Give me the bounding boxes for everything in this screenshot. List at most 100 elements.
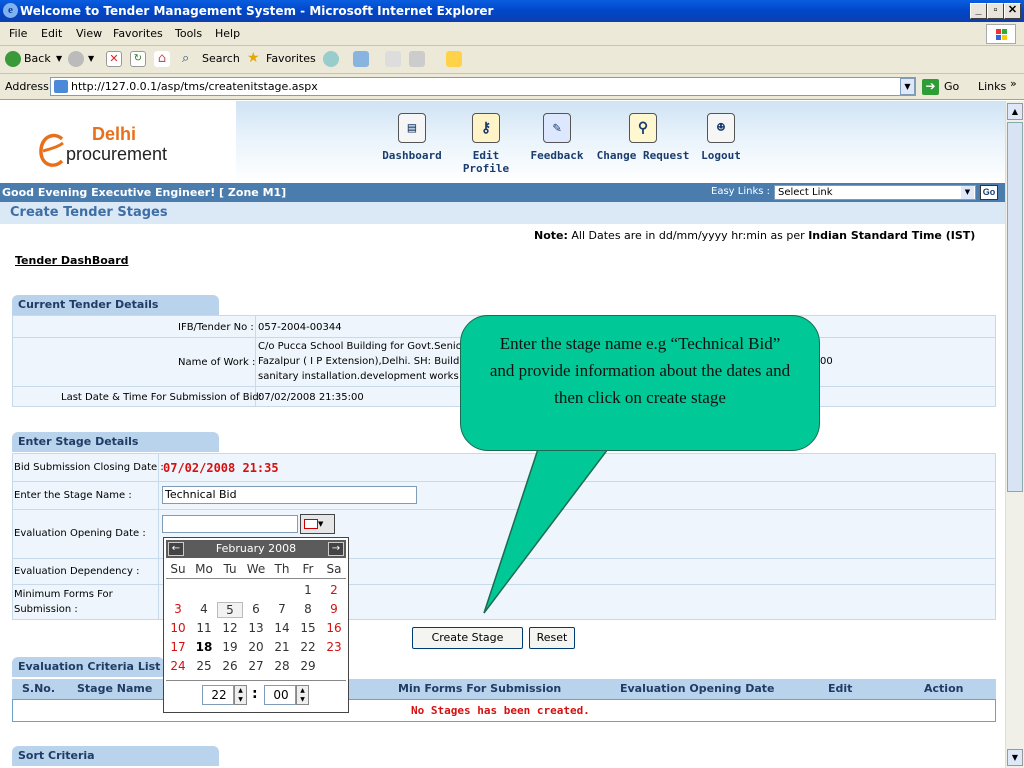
minimize-button[interactable]: _ [970, 3, 987, 19]
calendar-day[interactable]: 4 [191, 602, 217, 616]
nav-logout-label: Logout [701, 149, 741, 162]
calendar-day[interactable]: 27 [243, 659, 269, 673]
scroll-down-icon[interactable]: ▼ [1007, 749, 1023, 766]
calendar-day[interactable]: 13 [243, 621, 269, 635]
forward-arrow-icon[interactable] [68, 51, 84, 67]
back-dropdown-icon[interactable]: ▼ [56, 54, 62, 63]
calendar-day-header: Mo [195, 562, 213, 576]
calendar-day-header: We [246, 562, 266, 576]
scroll-thumb[interactable] [1007, 122, 1023, 492]
stage-name-input[interactable]: Technical Bid [162, 486, 417, 504]
calendar-day[interactable]: 7 [269, 602, 295, 616]
menu-help[interactable]: Help [215, 27, 240, 40]
nav-logout[interactable]: ☻ Logout [700, 113, 742, 162]
calendar-day[interactable]: 26 [217, 659, 243, 673]
calendar-day[interactable]: 17 [165, 640, 191, 654]
back-arrow-icon[interactable] [5, 51, 21, 67]
nav-change-request[interactable]: ⚲ Change Request [596, 113, 690, 162]
mail-icon[interactable] [353, 51, 369, 67]
easy-links-go-button[interactable]: Go [980, 185, 998, 200]
hour-input[interactable]: 22 [202, 685, 234, 705]
vertical-scrollbar[interactable]: ▲ ▼ [1005, 101, 1024, 768]
forward-dropdown-icon[interactable]: ▼ [88, 54, 94, 63]
menu-favorites[interactable]: Favorites [113, 27, 163, 40]
page-content: Delhi procurement ▤ Dashboard ⚷ Edit Pro… [0, 101, 1005, 768]
work-trailing: 00 [820, 356, 833, 367]
calendar-day[interactable]: 28 [269, 659, 295, 673]
calendar-day[interactable]: 22 [295, 640, 321, 654]
calendar-day-header: Sa [326, 562, 342, 576]
ifb-value: 057-2004-00344 [258, 322, 342, 333]
calendar-day[interactable]: 14 [269, 621, 295, 635]
calendar-day[interactable]: 3 [165, 602, 191, 616]
calendar-day[interactable]: 23 [321, 640, 347, 654]
menu-view[interactable]: View [76, 27, 102, 40]
calendar-day[interactable]: 1 [295, 583, 321, 597]
calendar-day[interactable]: 25 [191, 659, 217, 673]
eval-dependency-label: Evaluation Dependency : [14, 566, 140, 577]
hour-spinner[interactable]: ▲ ▼ [234, 685, 247, 705]
search-icon[interactable]: ⌕ [182, 51, 198, 67]
messenger-icon[interactable] [446, 51, 462, 67]
nav-dashboard[interactable]: ▤ Dashboard [381, 113, 443, 162]
select-chevron-down-icon: ▼ [961, 186, 974, 199]
close-button[interactable]: ✕ [1004, 3, 1021, 19]
calendar-icon [304, 518, 318, 529]
address-input[interactable]: http://127.0.0.1/asp/tms/createnitstage.… [50, 77, 916, 96]
home-icon[interactable]: ⌂ [154, 51, 170, 67]
url-text: http://127.0.0.1/asp/tms/createnitstage.… [71, 80, 318, 93]
calendar-day[interactable]: 16 [321, 621, 347, 635]
calendar-next-button[interactable]: → [328, 542, 344, 556]
go-button[interactable]: Go [944, 80, 959, 93]
calendar-day[interactable]: 5 [217, 602, 243, 618]
calendar-prev-button[interactable]: ← [168, 542, 184, 556]
favorites-star-icon[interactable]: ★ [247, 51, 263, 67]
refresh-icon[interactable]: ↻ [130, 51, 146, 67]
stop-icon[interactable]: ✕ [106, 51, 122, 67]
calendar-day-header: Su [170, 562, 186, 576]
print-icon[interactable] [385, 51, 401, 67]
minute-input[interactable]: 00 [264, 685, 296, 705]
calendar-day[interactable]: 6 [243, 602, 269, 616]
calendar-day[interactable]: 10 [165, 621, 191, 635]
calendar-day[interactable]: 9 [321, 602, 347, 616]
tender-dashboard-link[interactable]: Tender DashBoard [15, 254, 129, 267]
links-more-icon[interactable]: » [1010, 77, 1017, 90]
menu-file[interactable]: File [9, 27, 27, 40]
create-stage-button[interactable]: Create Stage [412, 627, 523, 649]
go-arrow-icon[interactable]: ➔ [922, 79, 939, 95]
browser-toolbar: Back ▼ ▼ ✕ ↻ ⌂ ⌕ Search ★ Favorites [0, 46, 1024, 74]
calendar-day[interactable]: 21 [269, 640, 295, 654]
back-button[interactable]: Back [24, 52, 51, 65]
minute-spinner[interactable]: ▲ ▼ [296, 685, 309, 705]
calendar-day[interactable]: 20 [243, 640, 269, 654]
edit-icon[interactable] [409, 51, 425, 67]
work-line-2: Fazalpur ( I P Extension),Delhi. SH: Bui… [258, 356, 475, 367]
nav-feedback[interactable]: ✎ Feedback [529, 113, 585, 162]
menu-tools[interactable]: Tools [175, 27, 202, 40]
calendar-day[interactable]: 19 [217, 640, 243, 654]
callout-pointer [483, 448, 610, 614]
calendar-day[interactable]: 8 [295, 602, 321, 616]
calendar-day[interactable]: 2 [321, 583, 347, 597]
calendar-day[interactable]: 11 [191, 621, 217, 635]
search-button[interactable]: Search [202, 52, 240, 65]
address-dropdown-icon[interactable]: ▼ [900, 78, 915, 95]
scroll-up-icon[interactable]: ▲ [1007, 103, 1023, 120]
calendar-day[interactable]: 12 [217, 621, 243, 635]
calendar-trigger-button[interactable]: ▼ [300, 514, 335, 534]
reset-button[interactable]: Reset [529, 627, 575, 649]
calendar-day[interactable]: 29 [295, 659, 321, 673]
history-icon[interactable] [323, 51, 339, 67]
address-label: Address [5, 80, 49, 93]
menu-edit[interactable]: Edit [41, 27, 62, 40]
favorites-button[interactable]: Favorites [266, 52, 316, 65]
maximize-button[interactable]: ▫ [987, 3, 1004, 19]
easy-links-select[interactable]: Select Link ▼ [774, 185, 976, 200]
nav-edit-profile[interactable]: ⚷ Edit Profile [454, 113, 518, 175]
calendar-day[interactable]: 18 [191, 640, 217, 654]
calendar-day[interactable]: 24 [165, 659, 191, 673]
links-button[interactable]: Links [978, 80, 1006, 93]
eval-opening-input[interactable] [162, 515, 298, 533]
calendar-day[interactable]: 15 [295, 621, 321, 635]
